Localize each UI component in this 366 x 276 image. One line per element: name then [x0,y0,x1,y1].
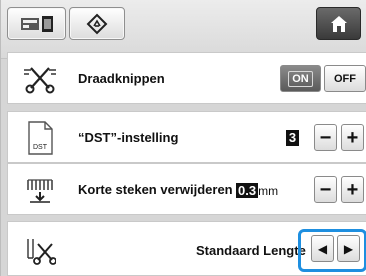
short-stitch-icon [23,173,57,207]
thread-cut-on-button[interactable]: ON [280,65,321,92]
short-stitch-unit: mm [258,184,279,198]
previous-button[interactable]: ◀ [311,235,334,262]
thread-length-row: Standaard Lengte ◀ ▶ [7,221,366,276]
settings-button[interactable] [69,7,125,40]
settings-diamond-icon [86,13,108,34]
toolbar [1,0,366,59]
short-stitch-number: 0.3 [236,183,259,198]
dst-setting-label: “DST”-instelling [78,130,179,145]
dst-setting-row: DST “DST”-instelling 3 − + [7,111,366,163]
short-stitch-value: 0.3 mm [236,182,278,198]
thread-cut-label: Draadknippen [78,71,165,86]
embroidery-button[interactable] [7,7,66,40]
next-button[interactable]: ▶ [337,235,360,262]
short-stitch-label: Korte steken verwijderen [78,182,233,197]
off-label: OFF [334,72,356,85]
home-icon [330,15,347,32]
dst-file-text: DST [33,144,48,151]
short-stitch-row: Korte steken verwijderen 0.3 mm − + [7,163,366,215]
dst-minus-button[interactable]: − [314,124,337,151]
thread-cut-row: Draadknippen ON OFF [7,52,366,104]
embroidery-machine-icon [20,15,53,32]
dst-plus-button[interactable]: + [341,124,364,151]
thread-length-label: Standaard Lengte [196,243,306,258]
short-stitch-minus-button[interactable]: − [314,176,337,203]
home-button[interactable] [316,7,361,40]
scissors-icon [23,62,57,96]
dst-file-icon: DST [23,121,57,155]
screen: Draadknippen ON OFF DST “DST”-instelling… [0,0,366,276]
dst-value: 3 [286,130,299,146]
short-stitch-plus-button[interactable]: + [341,176,364,203]
thread-cut-length-icon [23,234,57,268]
on-label: ON [288,70,313,87]
thread-cut-off-button[interactable]: OFF [324,65,366,92]
